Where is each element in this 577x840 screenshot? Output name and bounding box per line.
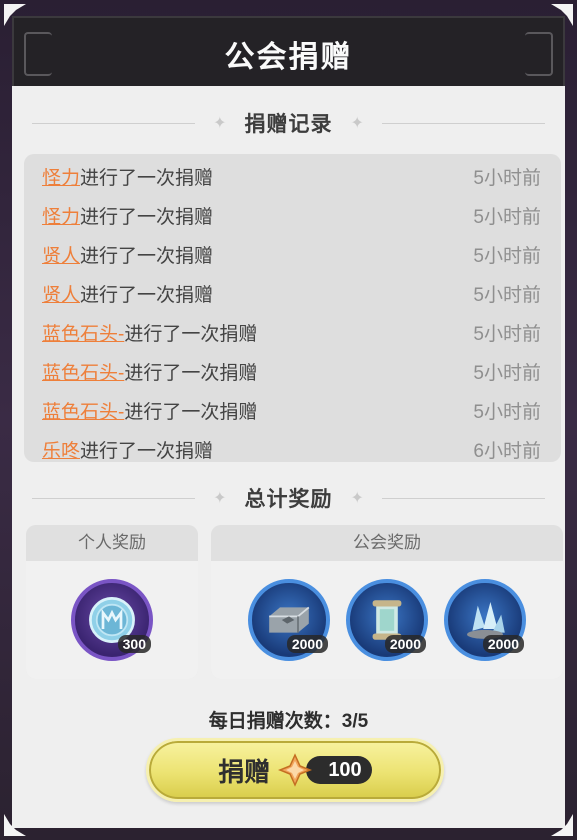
log-action: 进行了一次捐赠 [80,206,214,228]
log-time: 5小时前 [473,362,541,384]
member-name-link[interactable]: 乐咚 [42,441,80,462]
personal-reward-label: 个人奖励 [26,525,198,561]
log-entry: 贤人进行了一次捐赠 5小时前 [42,279,541,307]
divider [32,122,196,124]
member-name-link[interactable]: 怪力 [42,207,80,228]
member-name-link[interactable]: 贤人 [42,285,80,306]
log-action: 进行了一次捐赠 [124,323,258,345]
daily-donation-count: 每日捐赠次数：3/5 [12,706,565,733]
log-time: 5小时前 [473,206,541,228]
sparkle-icon: ✦ [213,115,227,132]
dialog-body: ✦ 捐赠记录 ✦ 怪力进行了一次捐赠 5小时前 怪力进行了一次捐赠 5小时前 贤… [12,86,565,828]
member-name-link[interactable]: 蓝色石头- [42,402,124,423]
log-action: 进行了一次捐赠 [124,401,258,423]
log-entry: 怪力进行了一次捐赠 5小时前 [42,201,541,229]
reward-item[interactable]: 300 [71,579,153,661]
divider [381,497,545,499]
member-name-link[interactable]: 蓝色石头- [42,363,124,384]
log-time: 5小时前 [473,401,541,423]
member-name-link[interactable]: 怪力 [42,168,80,189]
guild-reward-label: 公会奖励 [211,525,563,561]
log-action: 进行了一次捐赠 [80,167,214,189]
dialog-header: 公会捐赠 [12,16,565,86]
item-quantity: 2000 [482,635,524,653]
log-entry: 蓝色石头-进行了一次捐赠 5小时前 [42,396,541,424]
log-action: 进行了一次捐赠 [80,284,214,306]
section-title: 总计奖励 [244,488,333,511]
log-entry: 乐咚进行了一次捐赠 6小时前 [42,435,541,462]
reward-item[interactable]: 2000 [444,579,526,661]
section-title: 捐赠记录 [244,113,333,136]
total-rewards-heading: ✦ 总计奖励 ✦ [32,483,545,513]
gem-star-icon [278,753,313,787]
log-entry: 怪力进行了一次捐赠 5小时前 [42,162,541,190]
log-entry: 蓝色石头-进行了一次捐赠 5小时前 [42,357,541,385]
log-action: 进行了一次捐赠 [124,362,258,384]
item-quantity: 300 [117,635,151,653]
sparkle-icon: ✦ [213,490,227,507]
donation-log-heading: ✦ 捐赠记录 ✦ [32,108,545,138]
reward-item[interactable]: 2000 [346,579,428,661]
personal-reward-card: 个人奖励 300 [26,525,198,679]
item-quantity: 2000 [286,635,328,653]
log-time: 5小时前 [473,284,541,306]
personal-reward-items: 300 [26,561,198,679]
log-time: 6小时前 [473,440,541,462]
dialog-title: 公会捐赠 [224,41,353,74]
member-name-link[interactable]: 蓝色石头- [42,324,124,345]
reward-item[interactable]: 2000 [248,579,330,661]
member-name-link[interactable]: 贤人 [42,246,80,267]
donate-button-label: 捐赠 [218,756,271,787]
daily-label: 每日捐赠次数： [208,711,342,732]
log-time: 5小时前 [473,167,541,189]
donation-log-list[interactable]: 怪力进行了一次捐赠 5小时前 怪力进行了一次捐赠 5小时前 贤人进行了一次捐赠 … [24,154,561,462]
donation-dialog: 公会捐赠 ✦ 捐赠记录 ✦ 怪力进行了一次捐赠 5小时前 怪力进行了一次捐赠 5… [0,0,577,840]
sparkle-icon: ✦ [350,490,364,507]
log-time: 5小时前 [473,323,541,345]
donate-cost: 100 [306,756,372,784]
log-entry: 贤人进行了一次捐赠 5小时前 [42,240,541,268]
guild-reward-card: 公会奖励 2000 2000 2000 [211,525,563,679]
log-time: 5小时前 [473,245,541,267]
divider [381,122,545,124]
divider [32,497,196,499]
donate-button[interactable]: 捐赠 100 [146,738,444,802]
guild-reward-items: 2000 2000 2000 [211,561,563,679]
log-action: 进行了一次捐赠 [80,440,214,462]
log-entry: 蓝色石头-进行了一次捐赠 5小时前 [42,318,541,346]
daily-count: 3/5 [341,711,369,732]
item-quantity: 2000 [384,635,426,653]
sparkle-icon: ✦ [350,115,364,132]
log-action: 进行了一次捐赠 [80,245,214,267]
